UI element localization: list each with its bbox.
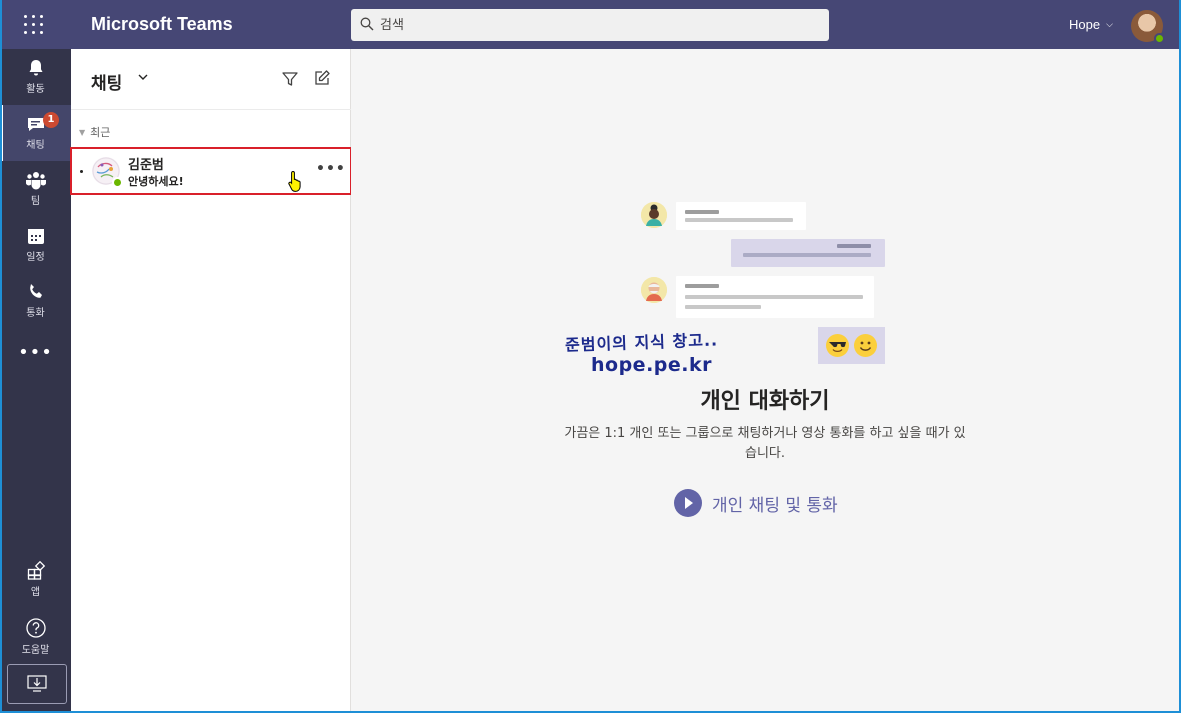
chevron-down-icon: ⌵ xyxy=(1106,19,1113,29)
search-box[interactable] xyxy=(351,9,829,41)
chat-list-panel: 채팅 ▼ 최근 김준범 안녕하세요! ••• xyxy=(70,49,352,713)
smile-emoji-icon xyxy=(854,334,877,357)
search-input[interactable] xyxy=(380,9,820,41)
profile-avatar[interactable] xyxy=(1131,10,1165,44)
message-bubble xyxy=(676,202,806,230)
user-name: Hope xyxy=(1069,17,1101,32)
phone-icon xyxy=(29,284,42,298)
download-app-button[interactable] xyxy=(7,664,67,704)
watermark-url: hope.pe.kr xyxy=(591,354,712,376)
rail-item-calendar[interactable]: 일정 xyxy=(0,217,71,273)
play-icon xyxy=(674,489,702,517)
more-options-button[interactable]: ••• xyxy=(316,161,346,177)
rail-label: 통화 xyxy=(26,308,45,319)
download-icon xyxy=(27,675,47,692)
person-avatar-icon xyxy=(641,277,667,303)
rail-item-teams[interactable]: 팀 xyxy=(0,161,71,217)
chat-empty-state: 준범이의 지식 창고.. hope.pe.kr 개인 대화하기 가끔은 1:1 … xyxy=(351,49,1179,713)
search-icon xyxy=(360,17,374,31)
unread-badge: 1 xyxy=(43,112,59,128)
rail-label: 일정 xyxy=(26,252,45,263)
chat-list-item[interactable]: 김준범 안녕하세요! ••• xyxy=(70,147,352,195)
avatar xyxy=(92,157,123,188)
sunglasses-emoji-icon xyxy=(826,334,849,357)
empty-state-description: 가끔은 1:1 개인 또는 그룹으로 채팅하거나 영상 통화를 하고 싶을 때가… xyxy=(564,426,966,461)
rail-label: 팀 xyxy=(30,196,41,207)
start-chat-call-link[interactable]: 개인 채팅 및 통화 xyxy=(674,489,838,517)
message-bubble-self xyxy=(731,239,885,267)
recent-section-header[interactable]: ▼ 최근 xyxy=(79,124,110,140)
rail-label: 채팅 xyxy=(26,140,45,151)
chat-contact-name: 김준범 xyxy=(128,158,164,173)
message-bubble xyxy=(676,276,874,318)
emoji-bubble xyxy=(818,327,885,364)
rail-item-activity[interactable]: 활동 xyxy=(0,49,71,105)
filter-icon[interactable] xyxy=(281,70,299,88)
chat-title[interactable]: 채팅 xyxy=(91,69,122,94)
presence-available-icon xyxy=(1154,33,1165,44)
empty-state-title: 개인 대화하기 xyxy=(700,389,830,414)
bell-icon xyxy=(29,60,42,76)
chat-header: 채팅 xyxy=(71,49,351,110)
section-label: 최근 xyxy=(90,126,111,139)
rail-item-chat[interactable]: 1 채팅 xyxy=(0,105,71,161)
collapse-triangle-icon: ▼ xyxy=(79,127,86,137)
user-menu[interactable]: Hope ⌵ xyxy=(1069,17,1113,32)
more-apps-button[interactable]: ••• xyxy=(0,342,71,363)
chevron-down-icon[interactable] xyxy=(137,71,149,83)
rail-item-calls[interactable]: 통화 xyxy=(0,273,71,329)
help-icon xyxy=(25,618,46,638)
app-rail: 활동 1 채팅 팀 일정 통화 ••• 앱 도움말 xyxy=(0,49,71,713)
rail-label: 앱 xyxy=(30,587,41,598)
app-launcher-icon[interactable] xyxy=(22,13,52,37)
teams-icon xyxy=(25,172,46,190)
rail-label: 도움말 xyxy=(21,645,50,656)
rail-label: 활동 xyxy=(26,84,45,95)
apps-icon xyxy=(27,561,45,580)
rail-item-apps[interactable]: 앱 xyxy=(0,552,71,608)
rail-item-help[interactable]: 도움말 xyxy=(0,608,71,664)
chat-message-preview: 안녕하세요! xyxy=(128,175,184,188)
cta-label: 개인 채팅 및 통화 xyxy=(712,495,838,516)
app-title: Microsoft Teams xyxy=(91,14,233,34)
calendar-icon xyxy=(27,229,44,244)
top-bar: Microsoft Teams Hope ⌵ xyxy=(0,0,1181,49)
person-avatar-icon xyxy=(641,202,667,228)
hand-cursor-icon xyxy=(288,170,301,192)
new-chat-icon[interactable] xyxy=(313,69,331,87)
unread-dot xyxy=(80,170,83,173)
presence-available-icon xyxy=(112,177,123,188)
